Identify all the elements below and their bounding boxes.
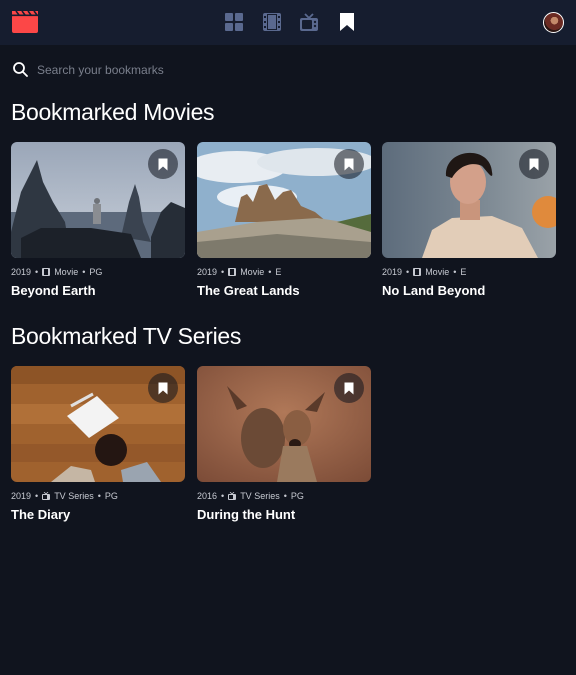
- media-year: 2019: [11, 491, 32, 501]
- section-title-tv-series: Bookmarked TV Series: [11, 323, 242, 349]
- media-title[interactable]: No Land Beyond: [382, 283, 556, 298]
- media-meta: 2016 • TV Series • PG: [197, 490, 371, 502]
- separator-dot: •: [35, 491, 39, 501]
- media-year: 2019: [11, 267, 32, 277]
- separator-dot: •: [268, 267, 272, 277]
- media-meta: 2019 • Movie • PG: [11, 266, 185, 278]
- nav-bookmarks-bookmark-icon[interactable]: [337, 12, 357, 32]
- film-icon: [228, 268, 237, 276]
- bookmark-filled-icon: [529, 158, 539, 170]
- media-category: TV Series: [54, 491, 94, 501]
- media-meta: 2019 • Movie • E: [197, 266, 371, 278]
- media-rating: PG: [290, 491, 304, 501]
- media-year: 2019: [382, 267, 403, 277]
- bookmark-filled-icon: [158, 382, 168, 394]
- nav-tv-series-tv-icon[interactable]: [299, 12, 319, 32]
- separator-dot: •: [35, 267, 39, 277]
- section-title-movies: Bookmarked Movies: [11, 99, 215, 125]
- tv-series-card[interactable]: 2019 • TV Series • PG The Diary: [11, 366, 185, 522]
- separator-dot: •: [97, 491, 101, 501]
- tv-series-card[interactable]: 2016 • TV Series • PG During the Hunt: [197, 366, 371, 522]
- bookmark-toggle-button[interactable]: [334, 373, 364, 403]
- media-meta: 2019 • TV Series • PG: [11, 490, 185, 502]
- bookmark-filled-icon: [344, 382, 354, 394]
- bookmark-toggle-button[interactable]: [148, 149, 178, 179]
- separator-dot: •: [406, 267, 410, 277]
- media-rating: PG: [89, 267, 103, 277]
- movie-thumbnail[interactable]: [197, 142, 371, 258]
- search-bar: [12, 60, 552, 80]
- movie-card[interactable]: 2019 • Movie • PG Beyond Earth: [11, 142, 185, 298]
- nav-movies-film-icon[interactable]: [262, 12, 282, 32]
- media-title[interactable]: The Diary: [11, 507, 185, 522]
- separator-dot: •: [221, 267, 225, 277]
- media-category: TV Series: [240, 491, 280, 501]
- media-category: Movie: [425, 267, 450, 277]
- separator-dot: •: [82, 267, 86, 277]
- media-rating: E: [460, 267, 467, 277]
- media-category: Movie: [240, 267, 265, 277]
- film-icon: [413, 268, 422, 276]
- media-title[interactable]: The Great Lands: [197, 283, 371, 298]
- top-nav-bar: [0, 0, 576, 45]
- tv-series-thumbnail[interactable]: [11, 366, 185, 482]
- search-icon: [13, 62, 28, 77]
- bookmark-toggle-button[interactable]: [148, 373, 178, 403]
- media-meta: 2019 • Movie • E: [382, 266, 556, 278]
- media-title[interactable]: Beyond Earth: [11, 283, 185, 298]
- tv-series-thumbnail[interactable]: [197, 366, 371, 482]
- film-icon: [42, 268, 51, 276]
- separator-dot: •: [221, 491, 225, 501]
- movie-card[interactable]: 2019 • Movie • E No Land Beyond: [382, 142, 556, 298]
- tv-icon: [42, 492, 51, 500]
- bookmark-filled-icon: [158, 158, 168, 170]
- movie-thumbnail[interactable]: [11, 142, 185, 258]
- bookmark-toggle-button[interactable]: [334, 149, 364, 179]
- media-year: 2019: [197, 267, 218, 277]
- media-category: Movie: [54, 267, 79, 277]
- bookmark-toggle-button[interactable]: [519, 149, 549, 179]
- media-rating: E: [275, 267, 282, 277]
- separator-dot: •: [283, 491, 287, 501]
- logo-icon[interactable]: [12, 11, 38, 33]
- movie-card[interactable]: 2019 • Movie • E The Great Lands: [197, 142, 371, 298]
- separator-dot: •: [453, 267, 457, 277]
- movie-thumbnail[interactable]: [382, 142, 556, 258]
- media-title[interactable]: During the Hunt: [197, 507, 371, 522]
- media-year: 2016: [197, 491, 218, 501]
- search-input[interactable]: [37, 60, 537, 80]
- user-avatar[interactable]: [543, 12, 564, 33]
- media-rating: PG: [104, 491, 118, 501]
- tv-icon: [228, 492, 237, 500]
- bookmark-filled-icon: [344, 158, 354, 170]
- nav-home-grid-icon[interactable]: [224, 12, 244, 32]
